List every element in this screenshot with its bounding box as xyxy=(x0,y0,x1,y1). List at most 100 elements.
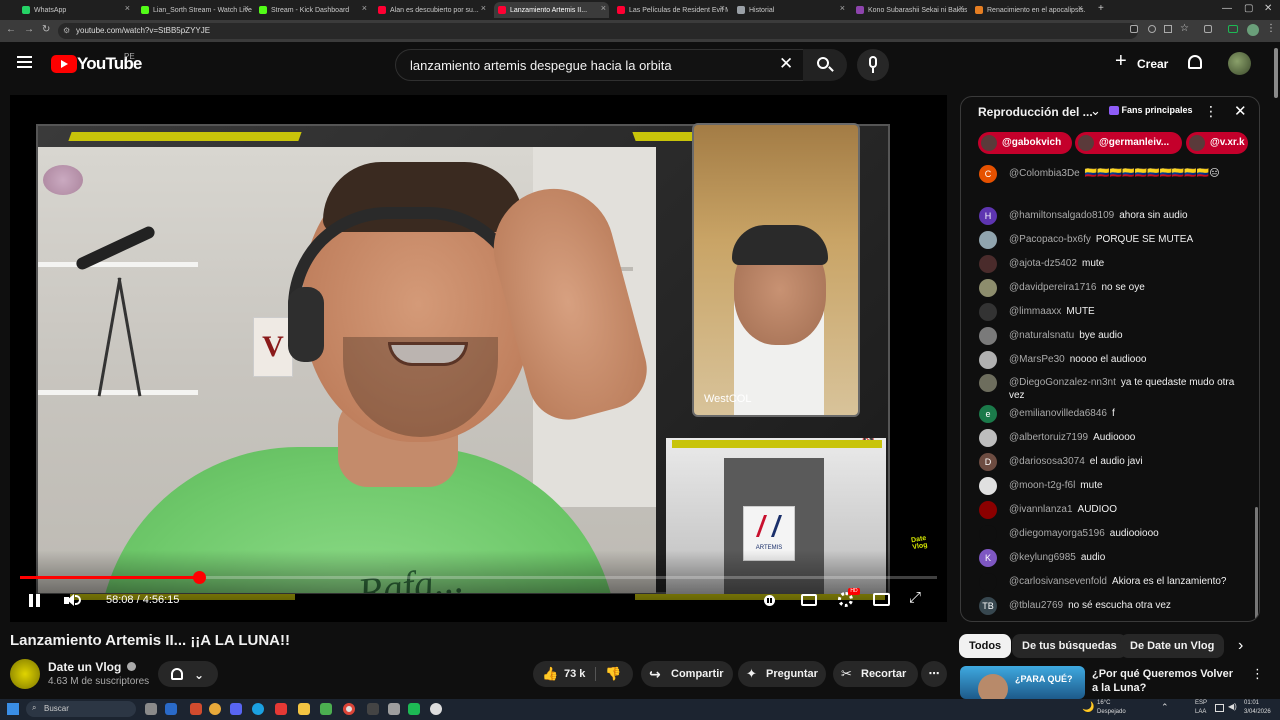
share-button[interactable]: ↪ Compartir xyxy=(641,661,733,687)
pinned-supporter[interactable]: @germanleiv... xyxy=(1075,132,1182,154)
browser-tab[interactable]: Lian_Sorth Stream - Watch Live... × xyxy=(137,2,252,18)
chat-author-name[interactable]: @limmaaxx xyxy=(1009,306,1061,317)
create-button[interactable]: + Crear xyxy=(1111,49,1171,79)
app-icon[interactable] xyxy=(275,703,287,715)
chat-author-avatar[interactable]: H xyxy=(979,207,997,225)
chat-author-avatar[interactable] xyxy=(979,255,997,273)
extension-icon[interactable] xyxy=(1228,25,1238,33)
chat-scrollbar[interactable] xyxy=(1255,507,1258,619)
chat-author-name[interactable]: @dariososa3074 xyxy=(1009,456,1085,467)
video-player[interactable]: V Rafa... WestCOL ARTEMIS � xyxy=(10,95,947,622)
windows-start-icon[interactable] xyxy=(7,703,19,715)
taskbar-search[interactable]: ⌕ Buscar xyxy=(26,701,136,717)
voice-search-button[interactable] xyxy=(857,49,889,81)
close-tab-icon[interactable]: × xyxy=(601,3,606,13)
chat-author-avatar[interactable] xyxy=(979,525,997,543)
chat-author-name[interactable]: @Pacopaco-bx6fy xyxy=(1009,234,1091,245)
chat-author-avatar[interactable] xyxy=(979,231,997,249)
chat-author-avatar[interactable]: e xyxy=(979,405,997,423)
chat-menu-icon[interactable]: ⋮ xyxy=(1204,103,1218,120)
recommendation-menu-icon[interactable]: ⋮ xyxy=(1251,666,1264,682)
task-view-icon[interactable] xyxy=(145,703,157,715)
notifications-bell-icon[interactable] xyxy=(1188,55,1202,69)
fullscreen-icon[interactable]: ⤢ xyxy=(909,589,923,607)
pinned-supporter[interactable]: @gabokvich xyxy=(978,132,1072,154)
browser-tab[interactable]: Renacimiento en el apocalipsis... × xyxy=(971,2,1086,18)
clear-search-icon[interactable]: ✕ xyxy=(779,54,793,74)
chat-title[interactable]: Reproducción del ... xyxy=(978,105,1093,119)
close-chat-icon[interactable]: ✕ xyxy=(1234,102,1247,120)
new-tab-button[interactable]: + xyxy=(1098,3,1104,14)
search-box[interactable]: lanzamiento artemis despegue hacia la or… xyxy=(395,49,807,81)
chips-next-chevron-icon[interactable]: › xyxy=(1238,637,1243,655)
pinned-supporter[interactable]: @v.xr.k xyxy=(1186,132,1248,154)
recommendation-title[interactable]: ¿Por qué Queremos Volver a la Luna? xyxy=(1092,667,1242,695)
search-input[interactable]: lanzamiento artemis despegue hacia la or… xyxy=(410,58,672,73)
chat-author-avatar[interactable] xyxy=(979,279,997,297)
theater-mode-icon[interactable] xyxy=(873,593,890,606)
chat-author-avatar[interactable]: C xyxy=(979,165,997,183)
close-tab-icon[interactable]: × xyxy=(481,3,486,13)
chat-author-name[interactable]: @tblau2769 xyxy=(1009,600,1063,611)
close-tab-icon[interactable]: × xyxy=(244,3,249,13)
close-tab-icon[interactable]: × xyxy=(362,3,367,13)
browser-tab[interactable]: Kono Subarashii Sekai ni Bakus... × xyxy=(852,2,967,18)
close-tab-icon[interactable]: × xyxy=(125,3,130,13)
zoom-icon[interactable] xyxy=(1148,25,1156,33)
channel-name[interactable]: Date un Vlog xyxy=(48,660,136,674)
app-icon[interactable] xyxy=(209,703,221,715)
top-fans-badge[interactable]: Fans principales xyxy=(1109,105,1193,116)
clock-time[interactable]: 01:01 xyxy=(1244,700,1259,706)
browser-tab[interactable]: Las Películas de Resident Evil M... × xyxy=(613,2,728,18)
app-icon[interactable] xyxy=(190,703,202,715)
file-explorer-icon[interactable] xyxy=(298,703,310,715)
app-icon[interactable] xyxy=(408,703,420,715)
chat-mode-chevron-icon[interactable]: ⌄ xyxy=(1090,103,1101,119)
volume-tray-icon[interactable]: ◀) xyxy=(1228,702,1237,711)
chat-author-name[interactable]: @keylung6985 xyxy=(1009,552,1076,563)
close-tab-icon[interactable]: × xyxy=(959,3,964,13)
chat-author-name[interactable]: @hamiltonsalgado8109 xyxy=(1009,210,1114,221)
weather-icon[interactable]: 🌙 xyxy=(1082,702,1094,713)
discord-icon[interactable] xyxy=(230,703,242,715)
browser-tab[interactable]: WhatsApp × xyxy=(18,2,133,18)
chat-author-name[interactable]: @MarsPe30 xyxy=(1009,354,1065,365)
subtitles-icon[interactable] xyxy=(801,594,817,606)
maximize-button[interactable]: ▢ xyxy=(1244,3,1253,14)
forward-icon[interactable]: → xyxy=(24,24,34,35)
menu-icon[interactable] xyxy=(17,56,32,58)
progress-scrubber[interactable] xyxy=(193,571,206,584)
more-actions-button[interactable]: ⋯ xyxy=(921,661,947,687)
browser-tab[interactable]: Lanzamiento Artemis II... × xyxy=(494,2,609,18)
network-icon[interactable] xyxy=(1215,704,1224,712)
chip-all[interactable]: Todos xyxy=(959,634,1012,658)
site-info-icon[interactable]: ⚙ xyxy=(63,23,70,39)
recommendation-thumbnail[interactable]: ¿PARA QUÉ? xyxy=(960,666,1085,699)
chat-author-avatar[interactable] xyxy=(979,501,997,519)
chat-author-name[interactable]: @diegomayorga5196 xyxy=(1009,528,1105,539)
chat-author-avatar[interactable]: D xyxy=(979,453,997,471)
page-scrollbar[interactable] xyxy=(1274,48,1278,98)
chat-author-name[interactable]: @Colombia3De xyxy=(1009,168,1080,179)
close-tab-icon[interactable]: × xyxy=(840,3,845,13)
app-icon[interactable] xyxy=(320,703,332,715)
cast-icon[interactable] xyxy=(1164,25,1172,33)
app-icon[interactable] xyxy=(388,703,400,715)
app-icon[interactable] xyxy=(367,703,379,715)
like-button[interactable]: 👍 xyxy=(542,661,558,687)
close-tab-icon[interactable]: × xyxy=(1078,3,1083,13)
browser-tab[interactable]: Historial × xyxy=(733,2,848,18)
ask-button[interactable]: ✦ Preguntar xyxy=(738,661,826,687)
chip-from-channel[interactable]: De Date un Vlog xyxy=(1120,634,1225,658)
widgets-icon[interactable] xyxy=(165,703,177,715)
dislike-button[interactable]: 👎 xyxy=(605,661,621,687)
url-field[interactable]: ⚙ youtube.com/watch?v=StBB5pZYYJE xyxy=(58,23,1138,39)
chat-author-name[interactable]: @albertoruiz7199 xyxy=(1009,432,1088,443)
chat-author-name[interactable]: @davidpereira1716 xyxy=(1009,282,1096,293)
bookmark-star-icon[interactable]: ☆ xyxy=(1180,23,1189,34)
user-avatar[interactable] xyxy=(1228,52,1251,75)
chip-from-searches[interactable]: De tus búsquedas xyxy=(1012,634,1127,658)
chat-author-avatar[interactable] xyxy=(979,327,997,345)
profile-avatar[interactable] xyxy=(1247,24,1259,36)
browser-tab[interactable]: Stream - Kick Dashboard × xyxy=(255,2,370,18)
